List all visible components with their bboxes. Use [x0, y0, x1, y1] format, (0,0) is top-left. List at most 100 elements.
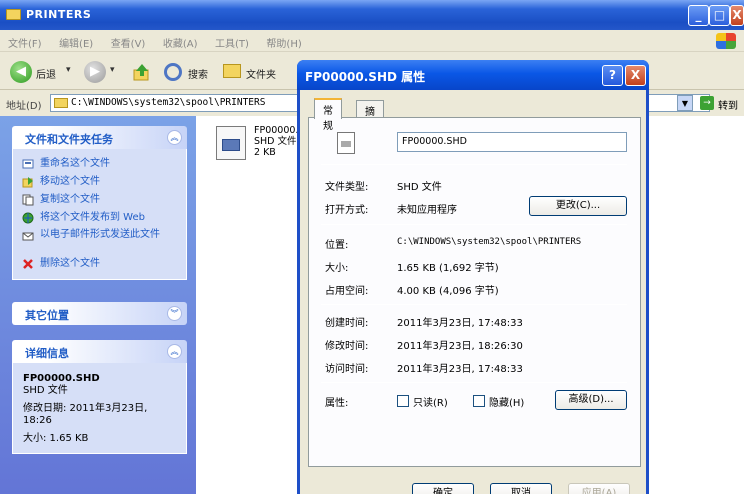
- file-tasks-body: 重命名这个文件 移动这个文件 复制这个文件 将这个文件发布到 Web 以电子邮件…: [12, 149, 187, 280]
- other-places-title: 其它位置: [25, 309, 69, 322]
- divider: [321, 382, 627, 383]
- globe-icon: [22, 212, 34, 224]
- hidden-label[interactable]: 隐藏(H): [489, 394, 524, 409]
- menu-file[interactable]: 文件(F): [8, 35, 42, 50]
- address-path: C:\WINDOWS\system32\spool\PRINTERS: [71, 97, 266, 108]
- properties-dialog: FP00000.SHD 属性 ? X 常规 摘要 FP00000.SHD 文件类…: [297, 60, 649, 494]
- task-delete[interactable]: 删除这个文件: [13, 255, 186, 273]
- help-button[interactable]: ?: [602, 65, 623, 86]
- file-tasks-title: 文件和文件夹任务: [25, 133, 113, 146]
- readonly-label[interactable]: 只读(R): [413, 394, 448, 409]
- expand-chevron-icon[interactable]: ︾: [167, 306, 182, 321]
- file-size: 2 KB: [254, 147, 276, 158]
- general-tab-panel: FP00000.SHD 文件类型: SHD 文件 打开方式: 未知应用程序 更改…: [308, 117, 641, 467]
- task-label: 重命名这个文件: [40, 158, 110, 169]
- modified-value: 2011年3月23日, 18:26:30: [397, 341, 523, 352]
- details-panel: 详细信息 ︽ FP00000.SHD SHD 文件 修改日期: 2011年3月2…: [12, 340, 187, 454]
- forward-dropdown-icon[interactable]: ▾: [110, 65, 115, 75]
- task-rename[interactable]: 重命名这个文件: [13, 155, 186, 173]
- file-tasks-panel: 文件和文件夹任务 ︽ 重命名这个文件 移动这个文件 复制这个文件 将这个文件发布…: [12, 126, 187, 280]
- back-button[interactable]: 后退: [36, 66, 56, 81]
- accessed-label: 访问时间:: [325, 364, 369, 375]
- menu-tools[interactable]: 工具(T): [215, 35, 249, 50]
- divider: [321, 304, 627, 305]
- folder-icon: [6, 9, 21, 20]
- dialog-title-bar[interactable]: FP00000.SHD 属性 ? X: [297, 60, 649, 90]
- address-dropdown-icon[interactable]: ▼: [677, 95, 693, 111]
- task-move[interactable]: 移动这个文件: [13, 173, 186, 191]
- folders-icon[interactable]: [223, 64, 241, 78]
- location-value: C:\WINDOWS\system32\spool\PRINTERS: [397, 237, 582, 247]
- details-body: FP00000.SHD SHD 文件 修改日期: 2011年3月23日, 18:…: [12, 363, 187, 454]
- task-label: 将这个文件发布到 Web: [40, 212, 145, 223]
- search-icon[interactable]: [164, 63, 182, 81]
- ok-button[interactable]: 确定: [412, 483, 474, 494]
- back-dropdown-icon[interactable]: ▾: [66, 65, 71, 75]
- back-arrow-icon[interactable]: ◀: [10, 61, 32, 83]
- collapse-chevron-icon[interactable]: ︽: [167, 130, 182, 145]
- size-on-disk-value: 4.00 KB (4,096 字节): [397, 286, 499, 297]
- address-label: 地址(D): [6, 101, 42, 112]
- file-tasks-header[interactable]: 文件和文件夹任务 ︽: [12, 126, 187, 149]
- move-icon: [22, 177, 33, 188]
- type-label: 文件类型:: [325, 182, 369, 193]
- task-publish-web[interactable]: 将这个文件发布到 Web: [13, 209, 186, 227]
- collapse-chevron-icon[interactable]: ︽: [167, 344, 182, 359]
- details-size: 大小: 1.65 KB: [23, 433, 89, 444]
- opens-with-label: 打开方式:: [325, 205, 369, 216]
- up-folder-icon[interactable]: [132, 62, 152, 82]
- cancel-button[interactable]: 取消: [490, 483, 552, 494]
- task-label: 移动这个文件: [40, 176, 100, 187]
- windows-logo-icon: [716, 33, 736, 49]
- task-email[interactable]: 以电子邮件形式发送此文件: [13, 227, 186, 255]
- file-type: SHD 文件: [254, 136, 297, 147]
- apply-button[interactable]: 应用(A): [568, 483, 630, 494]
- task-label: 复制这个文件: [40, 194, 100, 205]
- advanced-button[interactable]: 高级(D)...: [555, 390, 627, 410]
- other-places-header[interactable]: 其它位置 ︾: [12, 302, 187, 325]
- divider: [321, 224, 627, 225]
- details-title: 详细信息: [25, 347, 69, 360]
- menu-view[interactable]: 查看(V): [111, 35, 146, 50]
- go-button[interactable]: 转到: [718, 97, 738, 112]
- close-button[interactable]: X: [730, 5, 744, 26]
- task-copy[interactable]: 复制这个文件: [13, 191, 186, 209]
- details-header[interactable]: 详细信息 ︽: [12, 340, 187, 363]
- menu-edit[interactable]: 编辑(E): [59, 35, 93, 50]
- created-value: 2011年3月23日, 17:48:33: [397, 318, 523, 329]
- readonly-checkbox[interactable]: [397, 395, 409, 407]
- maximize-button[interactable]: □: [709, 5, 730, 26]
- email-icon: [22, 232, 34, 241]
- other-places-panel: 其它位置 ︾: [12, 302, 187, 325]
- tab-summary[interactable]: 摘要: [356, 100, 384, 133]
- shd-file-icon[interactable]: [216, 126, 246, 160]
- tab-general[interactable]: 常规: [314, 98, 342, 132]
- attributes-label: 属性:: [325, 398, 349, 409]
- size-label: 大小:: [325, 263, 349, 274]
- menu-favorites[interactable]: 收藏(A): [163, 35, 198, 50]
- dialog-close-button[interactable]: X: [625, 65, 646, 86]
- menu-help[interactable]: 帮助(H): [266, 35, 301, 50]
- details-filetype: SHD 文件: [23, 385, 68, 396]
- task-label: 以电子邮件形式发送此文件: [40, 229, 160, 240]
- modified-label: 修改时间:: [325, 341, 369, 352]
- menu-bar: 文件(F) 编辑(E) 查看(V) 收藏(A) 工具(T) 帮助(H): [0, 30, 744, 52]
- divider: [321, 164, 627, 165]
- search-button[interactable]: 搜索: [188, 66, 208, 81]
- copy-icon: [22, 194, 34, 206]
- accessed-value: 2011年3月23日, 17:48:33: [397, 364, 523, 375]
- type-value: SHD 文件: [397, 182, 442, 193]
- change-button[interactable]: 更改(C)...: [529, 196, 627, 216]
- delete-icon: [23, 259, 33, 269]
- hidden-checkbox[interactable]: [473, 395, 485, 407]
- details-modified: 修改日期: 2011年3月23日, 18:26: [23, 403, 148, 426]
- rename-icon: [22, 159, 34, 169]
- folders-button[interactable]: 文件夹: [246, 66, 276, 81]
- size-on-disk-label: 占用空间:: [325, 286, 369, 297]
- filename-input[interactable]: FP00000.SHD: [397, 132, 627, 152]
- file-name[interactable]: FP00000.: [254, 126, 298, 136]
- forward-arrow-icon[interactable]: ▶: [84, 61, 106, 83]
- go-arrow-icon[interactable]: →: [700, 96, 714, 110]
- title-bar[interactable]: PRINTERS _ □ X: [0, 0, 744, 30]
- minimize-button[interactable]: _: [688, 5, 709, 26]
